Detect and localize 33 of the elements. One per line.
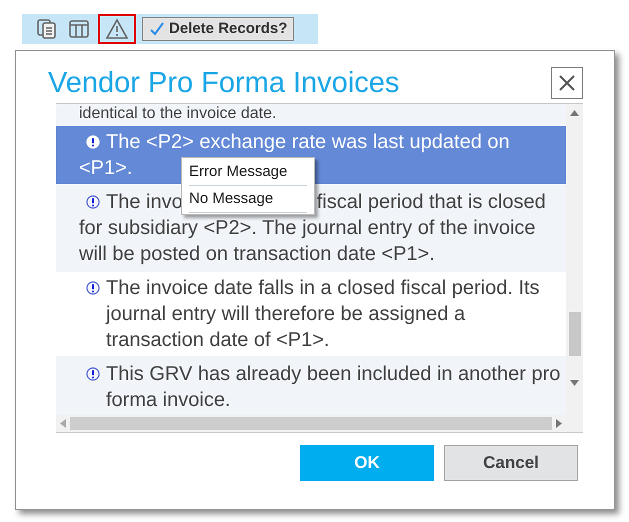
scroll-down-icon (570, 380, 579, 386)
message-row[interactable]: The invoice date falls in a closed fiscal period. Its journal entry will therefore be assigned a transaction date of <P1>. (56, 272, 566, 356)
exclamation-icon (86, 135, 100, 149)
horizontal-scrollbar[interactable] (56, 415, 566, 432)
exclamation-icon (86, 281, 100, 295)
columns-icon (68, 18, 90, 40)
exclamation-icon (86, 367, 100, 381)
close-button[interactable] (551, 67, 583, 99)
exclamation-icon (86, 195, 100, 209)
warning-icon (105, 18, 129, 40)
message-text: fiscal period that is closed (316, 190, 546, 215)
message-text: for subsidiary <P2>. The journal entry of the invoice will be posted on transaction date <P1>. (79, 216, 537, 267)
message-text: The invoice date falls in a closed fiscal period. Its journal entry will therefore be assigned a transaction date of <P1>. (106, 276, 541, 353)
menu-item[interactable]: Error Message (189, 159, 307, 186)
message-text: <P1>. (79, 156, 132, 181)
checkmark-icon (149, 21, 165, 37)
toolbar-button[interactable] (98, 14, 136, 44)
message-text: This GRV has already been included in another pro forma invoice. (106, 362, 562, 413)
message-text: The <P2> exchange rate was last updated on (106, 130, 510, 155)
scroll-thumb[interactable] (70, 417, 552, 430)
documents-icon (36, 18, 58, 40)
dialog-title: Vendor Pro Forma Invoices (48, 66, 400, 101)
scroll-left-icon (60, 419, 66, 428)
scroll-up-icon (570, 110, 579, 116)
vertical-scrollbar[interactable] (566, 104, 583, 432)
message-text: identical to the invoice date. (79, 106, 276, 122)
close-icon (558, 74, 576, 92)
message-text: The invo (106, 190, 183, 215)
menu-item[interactable]: No Message (189, 186, 307, 213)
scroll-thumb[interactable] (568, 312, 580, 356)
delete-records-button[interactable]: Delete Records? (142, 17, 294, 41)
cancel-button[interactable]: Cancel (444, 445, 578, 481)
scroll-right-icon (556, 419, 562, 428)
